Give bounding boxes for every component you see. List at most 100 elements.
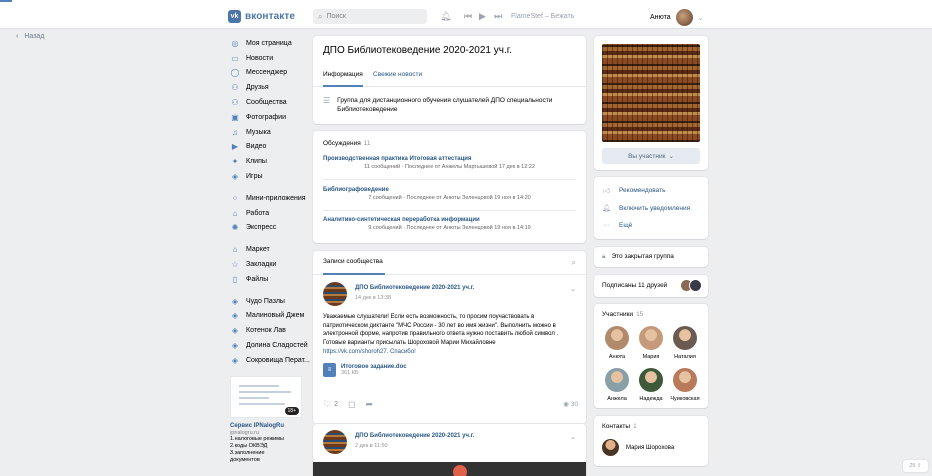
search-box[interactable]: ⌕ — [313, 9, 427, 24]
photo-icon: ▣ — [231, 112, 239, 122]
sidebar-item[interactable]: ⌂ Работа — [230, 206, 310, 221]
sidebar-item[interactable]: ⚇ Сообщества — [230, 95, 310, 110]
group-tabs: Информация Свежие новости — [313, 65, 586, 87]
sidebar-item[interactable]: ▣ Фотографии — [230, 110, 310, 125]
discussion-topic[interactable]: Библиографоведение 7 сообщений · Последн… — [323, 187, 576, 201]
avatar — [605, 326, 629, 350]
heart-icon: ♡ — [323, 398, 332, 409]
zoom-badge[interactable]: 25 ⇧ — [903, 460, 928, 472]
sidebar-item[interactable]: ◈ Долина Сладостей — [230, 338, 310, 353]
ad-line: документов — [230, 456, 260, 463]
next-track-icon[interactable]: ⏭︎ — [494, 11, 502, 22]
members-grid: Анюта Мария Наталия Анжела Надежда Чуиковская — [600, 326, 704, 402]
wall-header: Записи сообщества ⌕ — [313, 251, 586, 275]
contacts-header[interactable]: Контакты 1 — [602, 423, 637, 430]
post-author-avatar[interactable] — [323, 430, 347, 454]
sidebar-item[interactable]: ◎ Моя страница — [230, 36, 310, 51]
vk-logo[interactable]: vk вконтакте — [228, 10, 295, 23]
sidebar-item[interactable]: ◯ Мессенджер — [230, 66, 310, 81]
post-attachment[interactable]: ≡ Итоговое задание.doc 361 КБ — [323, 363, 407, 377]
chevron-down-icon[interactable]: ⌄ — [570, 285, 576, 293]
member-item[interactable]: Мария — [634, 326, 668, 360]
post-author[interactable]: ДПО Библиотековедение 2020-2021 уч.г. — [355, 285, 474, 291]
back-button[interactable]: ‹ Назад — [16, 33, 44, 40]
clips-icon: ✦ — [231, 157, 239, 167]
sidebar-item[interactable]: ◈ Чудо Пазлы — [230, 294, 310, 309]
prev-track-icon[interactable]: ⏮︎ — [464, 11, 472, 22]
member-item[interactable]: Анюта — [600, 326, 634, 360]
post-date[interactable]: 14 дек в 13:38 — [355, 295, 391, 301]
communities-icon: ⚇ — [231, 98, 239, 108]
wall-tab[interactable]: Записи сообщества — [323, 258, 383, 265]
topic-title[interactable]: Производственная практика Итоговая аттес… — [323, 156, 576, 162]
post-link[interactable]: https://vk.com/shoroh27 — [323, 349, 387, 355]
comment-icon[interactable]: ◻ — [348, 399, 355, 410]
subscribed-friends-card[interactable]: Подписаны 11 друзей — [594, 275, 708, 297]
group-cover-image[interactable] — [602, 44, 700, 142]
sidebar-item[interactable]: ⚇ Друзья — [230, 80, 310, 95]
tab-news[interactable]: Свежие новости — [373, 71, 422, 78]
notifications-action[interactable]: 🔔︎ Включить уведомления — [602, 204, 690, 213]
search-input[interactable] — [326, 13, 417, 20]
discussion-topic[interactable]: Аналитико-синтетическая переработка инфо… — [323, 217, 576, 231]
play-icon[interactable]: ▶︎ — [479, 11, 486, 22]
sidebar-item[interactable]: ♫ Музыка — [230, 125, 310, 140]
views-counter: ◉ 30 — [563, 400, 578, 408]
member-item[interactable]: Анжела — [600, 368, 634, 402]
member-status-button[interactable]: Вы участник ⌄ — [602, 148, 700, 164]
topic-title[interactable]: Библиографоведение — [323, 187, 576, 193]
sidebar-item[interactable]: ◈ Малиновый Джем — [230, 309, 310, 324]
like-button[interactable]: ♡ 2 — [323, 399, 338, 410]
members-title: Участники — [602, 311, 634, 318]
more-action[interactable]: ··· Ещё — [602, 222, 632, 229]
post-author-avatar[interactable] — [323, 282, 347, 306]
post-author[interactable]: ДПО Библиотековедение 2020-2021 уч.г. — [355, 433, 474, 439]
sidebar-item[interactable]: ▭ Новости — [230, 51, 310, 66]
sidebar-item[interactable]: ✦ Клипы — [230, 154, 310, 169]
discussions-header[interactable]: Обсуждения 11 — [323, 140, 371, 147]
topic-title[interactable]: Аналитико-синтетическая переработка инфо… — [323, 217, 576, 223]
sidebar-item[interactable]: ✺ Экспресс — [230, 221, 310, 236]
member-item[interactable]: Наталия — [668, 326, 702, 360]
search-icon[interactable]: ⌕ — [572, 258, 576, 268]
eye-icon: ◉ — [563, 401, 569, 408]
topic-meta: 9 сообщений · Последнее от Анюты Зеленцо… — [368, 225, 531, 231]
post-image[interactable] — [313, 462, 586, 476]
friends-avatars — [680, 279, 702, 292]
share-icon[interactable]: ➦ — [365, 399, 373, 410]
sidebar-item-label: Закладки — [246, 261, 277, 269]
ad-image: 18+ — [230, 375, 302, 418]
sidebar-item-label: Мини-приложения — [246, 194, 306, 202]
member-item[interactable]: Надежда — [634, 368, 668, 402]
post-link-line: https://vk.com/shoroh27. Спасибо! — [323, 349, 416, 355]
post-date[interactable]: 2 дек в 11:50 — [355, 443, 388, 449]
tab-info[interactable]: Информация — [323, 71, 363, 78]
sidebar-item[interactable]: ▯ Файлы — [230, 272, 310, 287]
sidebar-ad[interactable]: 18+ Сервис IPNalogRu ipnalogru.ru 1.нало… — [230, 375, 302, 464]
contact-item[interactable]: Мария Шорохова — [602, 439, 674, 456]
user-menu[interactable]: Анюта ⌄ — [650, 9, 704, 26]
ad-title[interactable]: Сервис IPNalogRu — [230, 423, 302, 429]
members-header[interactable]: Участники 15 — [602, 311, 643, 318]
sidebar-item[interactable]: ☆ Закладки — [230, 257, 310, 272]
member-item[interactable]: Чуиковская — [668, 368, 702, 402]
chevron-left-icon: ‹ — [16, 33, 19, 40]
sidebar-item[interactable]: ⁘ Мини-приложения — [230, 191, 310, 206]
avatar — [639, 326, 663, 350]
player-track-title[interactable]: FlameStef – Бежать — [511, 13, 574, 20]
bell-icon[interactable]: 🔔︎ — [440, 11, 451, 22]
sidebar-item[interactable]: ▶ Видео — [230, 140, 310, 155]
avatar — [605, 368, 629, 392]
sidebar-item[interactable]: ◈ Котенок Лав — [230, 323, 310, 338]
sidebar-item[interactable]: ◈ Сокровища Перат... — [230, 353, 310, 368]
discussion-topic[interactable]: Производственная практика Итоговая аттес… — [323, 156, 576, 170]
left-navigation: ◎ Моя страница ▭ Новости ◯ Мессенджер ⚇ Друзья ⚇… — [230, 36, 310, 464]
sidebar-item[interactable]: ⌂ Маркет — [230, 242, 310, 257]
chevron-down-icon[interactable]: ⌄ — [570, 433, 576, 441]
friends-icon: ⚇ — [231, 83, 239, 93]
topic-meta: 11 сообщений · Последнее от Анжелы Марты… — [364, 164, 535, 170]
recommend-action[interactable]: 👍︎ Рекомендовать — [602, 186, 666, 195]
subscribed-friends-label: Подписаны 11 друзей — [602, 282, 668, 289]
sidebar-item[interactable]: ◈ Игры — [230, 169, 310, 184]
group-description: ☰ Группа для дистанционного обучения слу… — [323, 96, 562, 114]
